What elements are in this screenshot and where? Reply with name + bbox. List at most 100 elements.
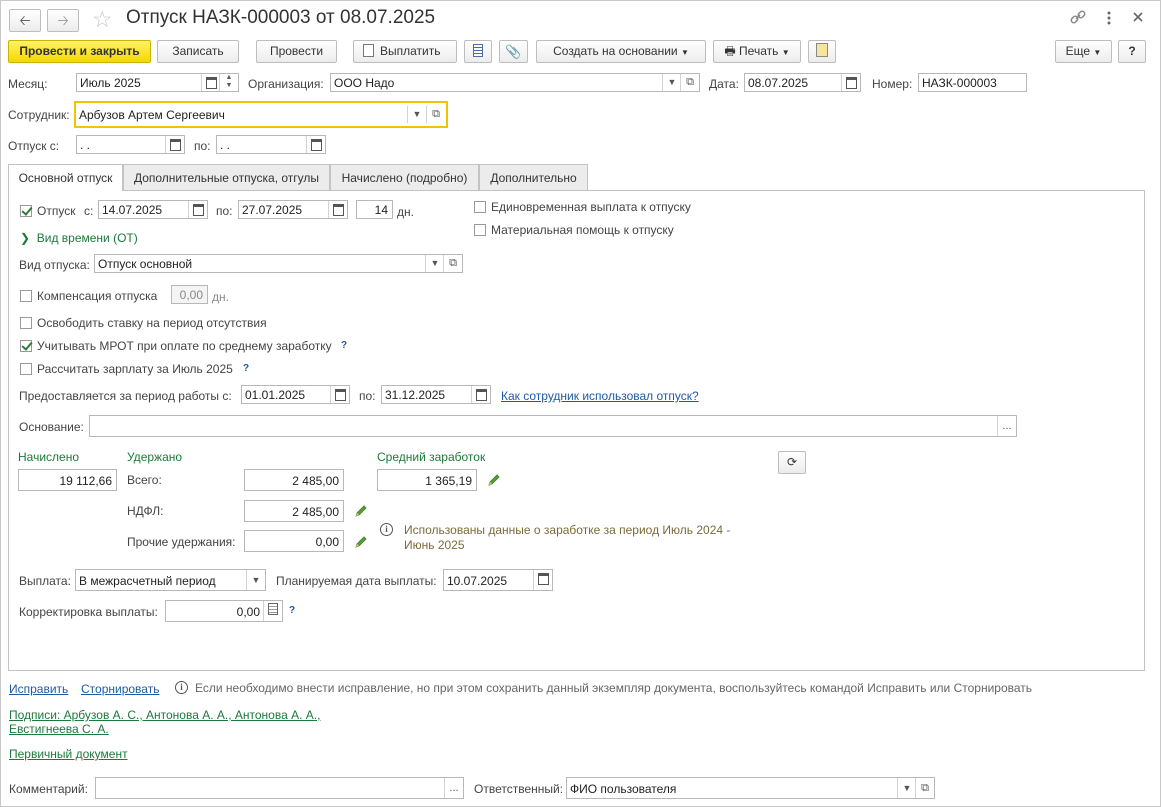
average-earnings-field[interactable]: 1 365,19 (377, 469, 477, 491)
tab-additional[interactable]: Дополнительно (479, 164, 588, 190)
chevron-right-icon: ❯ (20, 231, 31, 245)
month-field[interactable]: Июль 2025 ▲ ▼ (76, 73, 239, 92)
date-field[interactable]: 08.07.2025 (744, 73, 861, 92)
compensation-days-field[interactable]: 0,00 (171, 285, 208, 304)
create-based-on-button[interactable]: Создать на основании ▼ (536, 40, 706, 63)
select-button[interactable]: ... (997, 416, 1016, 436)
help-mark[interactable]: ? (341, 340, 347, 351)
calendar-button[interactable] (328, 201, 347, 218)
compensation-checkbox[interactable] (20, 290, 32, 302)
print-button[interactable]: 🖶 Печать ▼ (713, 40, 801, 63)
other-withheld-field[interactable]: 0,00 (244, 530, 344, 552)
comment-field[interactable]: ... (95, 777, 464, 799)
calendar-button[interactable] (188, 201, 207, 218)
open-icon: ⧉ (432, 108, 440, 120)
leave-type-field[interactable]: Отпуск основной ▼ ⧉ (94, 254, 463, 273)
planned-date-field[interactable]: 10.07.2025 (443, 569, 553, 591)
list-button[interactable] (464, 40, 492, 63)
storno-link[interactable]: Сторнировать (81, 682, 159, 696)
tab-additional-leaves[interactable]: Дополнительные отпуска, отгулы (123, 164, 330, 190)
star-icon[interactable]: ☆ (92, 6, 113, 33)
employee-field[interactable]: Арбузов Артем Сергеевич ▼ ⧉ (74, 101, 448, 128)
leave-to-field[interactable]: . . (216, 135, 326, 154)
open-button[interactable]: ⧉ (426, 106, 445, 123)
accrued-label: Начислено (18, 450, 80, 464)
pencil-icon[interactable] (354, 535, 368, 549)
calendar-button[interactable] (165, 136, 184, 153)
ndfl-field[interactable]: 2 485,00 (244, 500, 344, 522)
to-date-field[interactable]: 27.07.2025 (238, 200, 348, 219)
organization-field[interactable]: ООО Надо ▼ ⧉ (330, 73, 700, 92)
vertical-dots-icon[interactable] (1107, 10, 1111, 26)
dropdown-button[interactable]: ▼ (897, 778, 916, 798)
more-button[interactable]: Еще ▼ (1055, 40, 1112, 63)
from-date-field[interactable]: 14.07.2025 (98, 200, 208, 219)
dropdown-button[interactable]: ▼ (425, 255, 444, 272)
one-time-payment-checkbox[interactable] (474, 201, 486, 213)
payout-select[interactable]: В межрасчетный период ▼ (75, 569, 266, 591)
save-button[interactable]: Записать (157, 40, 239, 63)
pencil-icon[interactable] (354, 504, 368, 518)
fix-link[interactable]: Исправить (9, 682, 68, 696)
calc-salary-checkbox[interactable] (20, 363, 32, 375)
open-button[interactable]: ⧉ (915, 778, 934, 798)
help-button[interactable]: ? (1118, 40, 1146, 63)
tab-accrued-detailed[interactable]: Начислено (подробно) (330, 164, 479, 190)
post-and-close-button[interactable]: Провести и закрыть (8, 40, 151, 63)
calendar-button[interactable] (841, 74, 860, 91)
help-mark[interactable]: ? (289, 605, 295, 616)
release-rate-checkbox[interactable] (20, 317, 32, 329)
open-button[interactable]: ⧉ (680, 74, 699, 91)
period-from-field[interactable]: 01.01.2025 (241, 385, 350, 404)
number-field[interactable]: НАЗК-000003 (918, 73, 1027, 92)
how-used-leave-link[interactable]: Как сотрудник использовал отпуск? (501, 389, 699, 403)
payout-label: Выплата: (19, 574, 71, 588)
back-button[interactable]: 🡠 (9, 9, 41, 32)
time-kind-toggle[interactable]: ❯ Вид времени (ОТ) (20, 231, 138, 245)
tab-main-leave[interactable]: Основной отпуск (8, 164, 123, 191)
help-mark[interactable]: ? (243, 363, 249, 374)
dropdown-button[interactable]: ▼ (407, 106, 426, 123)
period-to-field[interactable]: 31.12.2025 (381, 385, 491, 404)
select-button[interactable]: ... (444, 778, 463, 798)
open-icon: ⧉ (686, 76, 694, 88)
link-icon[interactable] (1069, 9, 1087, 25)
calendar-button[interactable] (201, 74, 220, 91)
total-field[interactable]: 2 485,00 (244, 469, 344, 491)
consider-mrot-checkbox[interactable] (20, 340, 32, 352)
calendar-icon (332, 204, 344, 216)
attach-button[interactable]: 📎 (499, 40, 528, 63)
refresh-button[interactable]: ⟳ (778, 451, 806, 474)
pencil-icon[interactable] (487, 473, 501, 487)
signatures-link[interactable]: Подписи: Арбузов А. С., Антонова А. А., … (9, 708, 320, 722)
accrued-field[interactable]: 19 112,66 (18, 469, 117, 491)
report-button[interactable] (808, 40, 836, 63)
days-field[interactable]: 14 (356, 200, 393, 219)
material-aid-checkbox[interactable] (474, 224, 486, 236)
responsible-field[interactable]: ФИО пользователя ▼ ⧉ (566, 777, 935, 799)
pay-button[interactable]: Выплатить (353, 40, 457, 63)
calendar-button[interactable] (330, 386, 349, 403)
calculator-button[interactable] (263, 601, 282, 621)
dropdown-button[interactable]: ▼ (662, 74, 681, 91)
dropdown-button[interactable]: ▼ (246, 570, 265, 590)
chevron-down-icon: ▼ (430, 258, 440, 268)
close-icon[interactable] (1133, 11, 1143, 22)
calendar-button[interactable] (471, 386, 490, 403)
arrow-right-icon: 🡢 (57, 12, 69, 28)
open-button[interactable]: ⧉ (443, 255, 462, 272)
basis-field[interactable]: ... (89, 415, 1017, 437)
total-label: Всего: (127, 473, 162, 487)
spin-buttons[interactable]: ▲ ▼ (219, 74, 238, 91)
leave-from-field[interactable]: . . (76, 135, 185, 154)
refresh-icon: ⟳ (786, 455, 798, 469)
primary-document-link[interactable]: Первичный документ (9, 747, 128, 761)
calendar-button[interactable] (306, 136, 325, 153)
forward-button[interactable]: 🡢 (47, 9, 79, 32)
calendar-button[interactable] (533, 570, 552, 590)
signatures-link-continued[interactable]: Евстигнеева С. А. (9, 722, 109, 736)
date-value: 08.07.2025 (748, 76, 809, 90)
leave-checkbox[interactable] (20, 205, 32, 217)
correction-field[interactable]: 0,00 (165, 600, 283, 622)
post-button[interactable]: Провести (256, 40, 337, 63)
